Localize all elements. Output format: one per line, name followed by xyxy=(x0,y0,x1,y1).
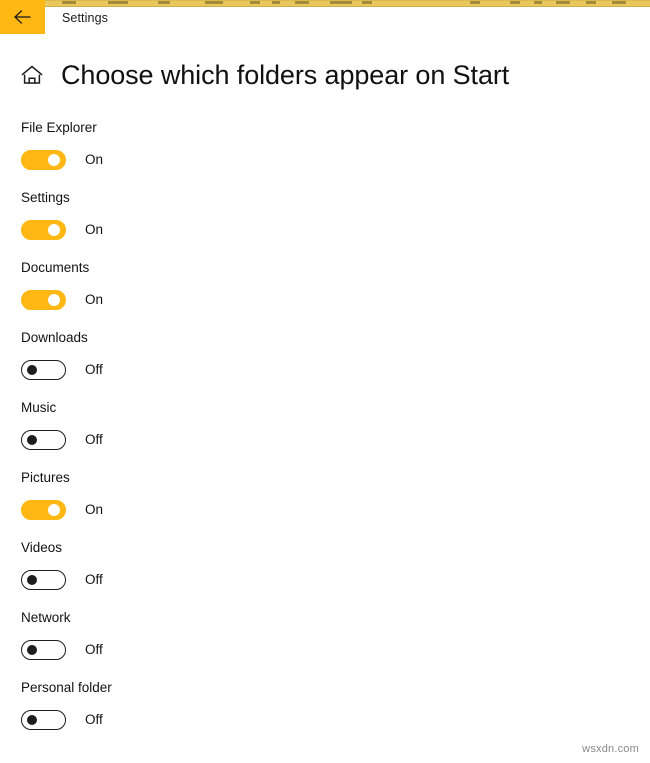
strip-tick xyxy=(362,1,372,4)
strip-tick xyxy=(250,1,260,4)
folder-toggle-row: Off xyxy=(21,359,650,381)
folder-label: Pictures xyxy=(21,470,70,485)
folder-toggle-row: Off xyxy=(21,639,650,661)
folder-toggle-row: Off xyxy=(21,569,650,591)
folder-toggle-row: On xyxy=(21,219,650,241)
page-title: Choose which folders appear on Start xyxy=(61,60,510,90)
toggle-knob xyxy=(27,364,37,375)
folder-toggle-row: On xyxy=(21,149,650,171)
folder-toggle-row: Off xyxy=(21,709,650,731)
folder-toggle-state: On xyxy=(85,502,104,517)
folder-toggle-group-videos: Videos Off xyxy=(0,539,650,609)
folder-label: Personal folder xyxy=(21,680,112,695)
strip-tick xyxy=(330,1,352,4)
folder-toggle-group-personal-folder: Personal folder Off xyxy=(0,679,650,749)
folder-toggle-group-downloads: Downloads Off xyxy=(0,329,650,399)
strip-tick xyxy=(158,1,170,4)
back-arrow-icon xyxy=(13,10,32,24)
toggle-knob xyxy=(27,434,37,445)
folder-toggle-row: On xyxy=(21,289,650,311)
strip-tick xyxy=(295,1,309,4)
folder-label: Network xyxy=(21,610,71,625)
folder-toggle-switch[interactable] xyxy=(21,500,66,520)
folder-label: Videos xyxy=(21,540,63,555)
folder-toggle-state: Off xyxy=(85,572,103,587)
folder-toggle-switch[interactable] xyxy=(21,220,66,240)
folder-toggle-group-music: Music Off xyxy=(0,399,650,469)
strip-tick xyxy=(62,1,76,4)
strip-tick xyxy=(612,1,626,4)
page-header: Choose which folders appear on Start xyxy=(0,52,650,98)
folder-label: Documents xyxy=(21,260,90,275)
folder-toggle-state: Off xyxy=(85,642,103,657)
title-bar: Settings xyxy=(0,0,650,34)
folder-toggle-group-documents: Documents On xyxy=(0,259,650,329)
strip-tick xyxy=(586,1,596,4)
folder-toggle-state: On xyxy=(85,292,104,307)
folder-toggle-group-network: Network Off xyxy=(0,609,650,679)
folder-toggle-group-pictures: Pictures On xyxy=(0,469,650,539)
strip-tick xyxy=(510,1,520,4)
watermark: wsxdn.com xyxy=(582,743,639,755)
toggle-knob xyxy=(48,154,60,166)
folder-toggle-state: On xyxy=(85,152,104,167)
toggle-knob xyxy=(48,504,60,516)
folder-label: Downloads xyxy=(21,330,88,345)
toggle-knob xyxy=(27,644,37,655)
folder-toggle-state: On xyxy=(85,222,104,237)
folder-toggle-switch[interactable] xyxy=(21,430,66,450)
toggle-knob xyxy=(48,294,60,306)
strip-tick xyxy=(556,1,570,4)
strip-tick xyxy=(534,1,542,4)
strip-tick xyxy=(470,1,480,4)
folder-toggle-switch[interactable] xyxy=(21,150,66,170)
toggle-knob xyxy=(27,714,37,725)
folder-toggle-group-file-explorer: File Explorer On xyxy=(0,119,650,189)
toggle-knob xyxy=(27,574,37,585)
folder-toggle-switch[interactable] xyxy=(21,640,66,660)
home-icon[interactable] xyxy=(19,62,45,88)
folder-toggle-row: Off xyxy=(21,429,650,451)
folder-toggle-switch[interactable] xyxy=(21,710,66,730)
folder-label: Music xyxy=(21,400,57,415)
strip-line-top xyxy=(0,0,650,1)
folder-toggle-row: On xyxy=(21,499,650,521)
folder-toggle-state: Off xyxy=(85,362,103,377)
back-button[interactable] xyxy=(0,0,45,34)
folder-label: Settings xyxy=(21,190,70,205)
folder-toggle-state: Off xyxy=(85,712,103,727)
strip-tick xyxy=(108,1,128,4)
folder-toggle-list: File Explorer On Settings On Documents O… xyxy=(0,119,650,749)
folder-toggle-switch[interactable] xyxy=(21,570,66,590)
folder-toggle-group-settings: Settings On xyxy=(0,189,650,259)
folder-toggle-state: Off xyxy=(85,432,103,447)
folder-toggle-switch[interactable] xyxy=(21,290,66,310)
toggle-knob xyxy=(48,224,60,236)
titlebar-title: Settings xyxy=(62,11,108,25)
cropped-window-strip xyxy=(0,0,650,7)
strip-tick xyxy=(205,1,223,4)
folder-label: File Explorer xyxy=(21,120,97,135)
folder-toggle-switch[interactable] xyxy=(21,360,66,380)
strip-tick xyxy=(272,1,280,4)
